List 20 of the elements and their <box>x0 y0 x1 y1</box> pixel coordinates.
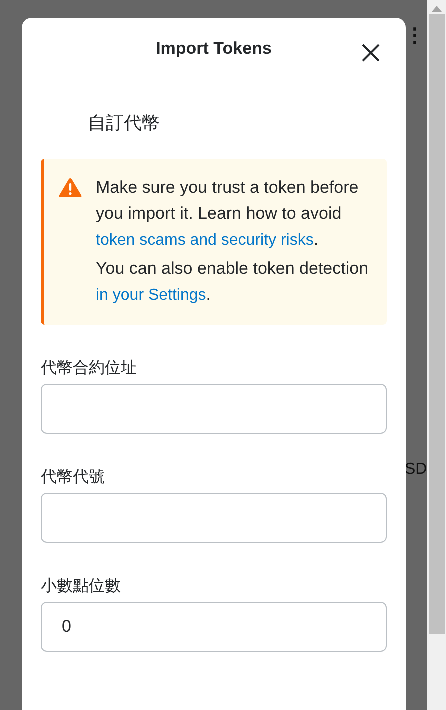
more-menu-icon[interactable]: ⋮ <box>405 26 425 46</box>
input-field[interactable] <box>41 384 387 434</box>
warning-text: Make sure you trust a token before you import it. Learn how to avoid token scams and security risks. <box>96 177 360 251</box>
scroll-up-icon[interactable] <box>432 6 442 12</box>
tab[interactable]: 自訂代幣 <box>88 110 160 137</box>
link[interactable]: in your Settings <box>96 287 206 304</box>
input-field[interactable]: 0 <box>41 602 387 652</box>
background-text: SD <box>405 460 427 480</box>
field-label: 代幣代號 <box>41 468 106 488</box>
link[interactable]: token scams and security risks <box>96 232 314 249</box>
scrollbar-thumb[interactable] <box>428 14 444 634</box>
close-button[interactable] <box>361 43 381 63</box>
field-label: 小數點位數 <box>41 576 122 597</box>
close-icon <box>361 43 381 63</box>
warning-text: You can also enable token detection in your Settings. <box>96 258 370 306</box>
scrollbar[interactable] <box>427 0 446 710</box>
field-label: 代幣合約位址 <box>41 358 138 379</box>
warning-icon <box>58 177 83 199</box>
modal-title: Import Tokens <box>156 38 272 60</box>
input-field[interactable] <box>41 493 387 543</box>
